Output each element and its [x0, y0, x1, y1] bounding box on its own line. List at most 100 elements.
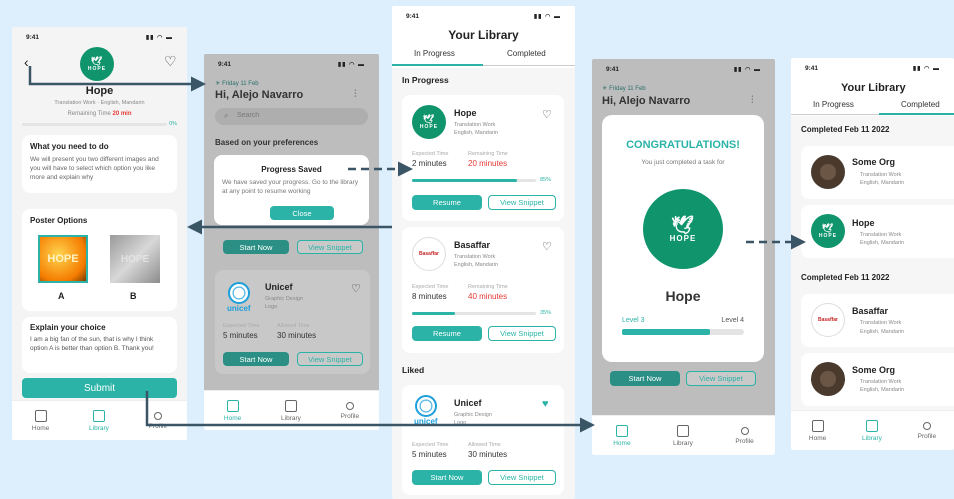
- library-icon: [865, 419, 878, 432]
- org-avatar: [811, 155, 845, 189]
- item-category: Translation Work: [454, 122, 496, 128]
- poster-options-title: Poster Options: [30, 216, 88, 225]
- start-now-button[interactable]: Start Now: [412, 470, 482, 485]
- signal-icon: ▮▮ ◠ ▬: [912, 66, 940, 72]
- completed-item[interactable]: 🕊 HOPE Hope Translation Work English, Man…: [801, 205, 954, 258]
- tab-in-progress[interactable]: In Progress: [414, 49, 455, 58]
- heart-icon[interactable]: ♡: [542, 108, 552, 121]
- filter-icon[interactable]: ⫶: [751, 95, 754, 106]
- sun-icon: ☀: [602, 86, 608, 92]
- dove-icon: 🕊: [671, 214, 695, 235]
- expected-label: Expected Time: [412, 151, 449, 157]
- bottom-nav: Home Library Profile: [791, 410, 954, 450]
- group-heading: Completed Feb 11 2022: [801, 125, 890, 134]
- card-view-snippet-button[interactable]: View Snippet: [297, 352, 363, 366]
- poster-option-a[interactable]: HOPE: [38, 235, 88, 283]
- modal-title: Progress Saved: [261, 165, 322, 174]
- view-snippet-button[interactable]: View Snippet: [686, 371, 756, 386]
- expected-value: 8 minutes: [412, 292, 447, 301]
- nav-home[interactable]: Home: [809, 419, 826, 442]
- completed-item[interactable]: Some Org Translation Work English, Manda…: [801, 353, 954, 406]
- status-time: 9:41: [26, 34, 40, 41]
- allowed-value: 30 minutes: [468, 450, 508, 459]
- home-icon: [226, 399, 239, 412]
- nav-profile[interactable]: Profile: [149, 411, 167, 430]
- view-snippet-button[interactable]: View Snippet: [488, 195, 556, 210]
- filter-icon[interactable]: ⫶: [354, 89, 357, 100]
- bottom-nav: Home Library Profile: [592, 415, 775, 455]
- remaining-label: Remaining Time: [468, 284, 508, 290]
- nav-profile[interactable]: Profile: [341, 401, 359, 420]
- explain-card: Explain your choice I am a big fan of th…: [22, 317, 177, 373]
- task-progress-pct: 0%: [169, 121, 177, 127]
- item-progress-bar: [412, 312, 536, 315]
- remaining-value: 40 minutes: [468, 292, 508, 301]
- item-language: English, Mandarin: [454, 130, 499, 136]
- view-snippet-button[interactable]: View Snippet: [297, 240, 363, 254]
- tab-underline: [483, 65, 575, 66]
- profile-icon: [740, 426, 749, 435]
- heart-icon[interactable]: ♡: [351, 282, 361, 295]
- remaining-value: 20 minutes: [468, 159, 508, 168]
- modal-close-button[interactable]: Close: [270, 206, 334, 220]
- hope-logo-large: 🕊 HOPE: [643, 189, 723, 269]
- signal-icon: ▮▮ ◠ ▬: [733, 67, 761, 73]
- status-bar: 9:41 ▮▮ ◠ ▬: [791, 58, 954, 76]
- library-item-hope: 🕊 HOPE Hope Translation Work English, Man…: [402, 95, 564, 221]
- status-time: 9:41: [606, 66, 620, 73]
- instructions-card: What you need to do We will present you …: [22, 135, 177, 193]
- library-icon: [284, 399, 297, 412]
- expected-label: Expected Time: [223, 323, 260, 329]
- poster-option-b[interactable]: HOPE: [110, 235, 160, 283]
- greeting: Hi, Alejo Navarro: [215, 89, 304, 101]
- congratulations-modal: CONGRATULATIONS! You just completed a ta…: [602, 115, 764, 362]
- item-category: Translation Work: [860, 320, 902, 326]
- nav-home[interactable]: Home: [224, 399, 241, 422]
- heart-icon[interactable]: ♡: [164, 53, 177, 70]
- start-now-button[interactable]: Start Now: [610, 371, 680, 386]
- explain-textarea[interactable]: I am a big fan of the sun, that is why I…: [30, 335, 169, 353]
- signal-icon: ▮▮ ◠ ▬: [533, 14, 561, 20]
- resume-button[interactable]: Resume: [412, 195, 482, 210]
- card-start-now-button[interactable]: Start Now: [223, 352, 289, 366]
- heart-icon[interactable]: ♡: [542, 240, 552, 253]
- dove-icon: 🕊: [422, 113, 436, 124]
- status-time: 9:41: [218, 61, 232, 68]
- item-category: Translation Work: [860, 379, 902, 385]
- nav-library[interactable]: Library: [673, 424, 693, 447]
- nav-home[interactable]: Home: [613, 424, 631, 447]
- search-input[interactable]: ⌕ Search: [215, 108, 368, 125]
- status-time: 9:41: [406, 13, 420, 20]
- nav-profile[interactable]: Profile: [735, 426, 754, 445]
- view-snippet-button[interactable]: View Snippet: [488, 326, 556, 341]
- level-from: Level 3: [622, 317, 645, 324]
- nav-library[interactable]: Library: [862, 419, 882, 442]
- heart-filled-icon[interactable]: ♥: [542, 398, 549, 410]
- tab-in-progress[interactable]: In Progress: [813, 100, 854, 109]
- submit-button[interactable]: Submit: [22, 378, 177, 398]
- nav-home[interactable]: Home: [32, 409, 49, 432]
- item-name: Basaffar: [852, 306, 889, 316]
- view-snippet-button[interactable]: View Snippet: [488, 470, 556, 485]
- tab-completed[interactable]: Completed: [507, 49, 546, 58]
- item-name: Hope: [454, 108, 477, 118]
- modal-text: We have saved your progress. Go to the l…: [222, 179, 359, 196]
- nav-library[interactable]: Library: [89, 409, 109, 432]
- back-arrow-icon[interactable]: ‹: [24, 54, 29, 70]
- resume-button[interactable]: Resume: [412, 326, 482, 341]
- item-tag: Logo: [454, 420, 467, 426]
- allowed-value: 30 minutes: [277, 331, 317, 340]
- item-category: Translation Work: [454, 254, 496, 260]
- logo-wordmark: Unicef: [414, 417, 438, 426]
- signal-icon: ▮▮ ◠ ▬: [337, 62, 365, 68]
- tab-completed[interactable]: Completed: [901, 100, 940, 109]
- library-item-unicef: Unicef Unicef Graphic Design Logo ♥ Expe…: [402, 385, 564, 495]
- task-title: Hope: [85, 85, 114, 97]
- item-progress-bar: [412, 179, 536, 182]
- start-now-button[interactable]: Start Now: [223, 240, 289, 254]
- nav-profile[interactable]: Profile: [918, 421, 936, 440]
- completed-item[interactable]: Basaffar Basaffar Translation Work Engli…: [801, 294, 954, 347]
- completed-item[interactable]: Some Org Translation Work English, Manda…: [801, 146, 954, 199]
- item-language: English, Mandarin: [454, 262, 499, 268]
- nav-library[interactable]: Library: [281, 399, 301, 422]
